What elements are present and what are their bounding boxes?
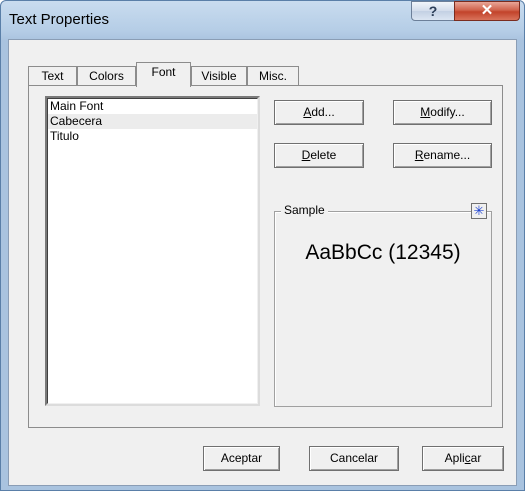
font-tab-panel: Main Font Cabecera Titulo Add... Modify.… <box>28 85 503 428</box>
close-icon: ✕ <box>480 2 494 19</box>
tab-text[interactable]: Text <box>28 66 77 86</box>
rename-button[interactable]: Rename... <box>393 143 492 168</box>
window-title: Text Properties <box>9 11 110 28</box>
cancel-button[interactable]: Cancelar <box>309 446 399 471</box>
list-item[interactable]: Main Font <box>48 99 257 114</box>
apply-button[interactable]: Aplicar <box>422 446 504 471</box>
tab-colors[interactable]: Colors <box>77 66 136 86</box>
text-properties-window: Text Properties ? ✕ Text Colors Font Vis… <box>0 0 525 491</box>
sample-text: AaBbCc (12345) <box>305 241 461 264</box>
modify-button[interactable]: Modify... <box>393 100 492 125</box>
dialog-buttons: Aceptar Cancelar Aplicar <box>9 437 516 485</box>
help-icon: ? <box>428 3 438 19</box>
add-button[interactable]: Add... <box>274 100 364 125</box>
list-item[interactable]: Titulo <box>48 129 257 144</box>
tab-font[interactable]: Font <box>136 62 191 87</box>
font-list[interactable]: Main Font Cabecera Titulo <box>45 96 260 406</box>
close-button[interactable]: ✕ <box>454 1 520 21</box>
list-item[interactable]: Cabecera <box>48 114 257 129</box>
asterisk-icon[interactable]: ✳ <box>471 203 487 219</box>
sample-label: Sample <box>281 203 328 217</box>
dialog-client-area: Text Colors Font Visible Misc. Main Font… <box>8 39 517 486</box>
sample-group: Sample ✳ AaBbCc (12345) <box>274 203 492 407</box>
tab-misc[interactable]: Misc. <box>247 66 299 86</box>
delete-button[interactable]: Delete <box>274 143 364 168</box>
help-button[interactable]: ? <box>411 1 455 21</box>
ok-button[interactable]: Aceptar <box>203 446 280 471</box>
title-bar[interactable]: Text Properties ? ✕ <box>1 1 524 39</box>
tab-visible[interactable]: Visible <box>191 66 247 86</box>
